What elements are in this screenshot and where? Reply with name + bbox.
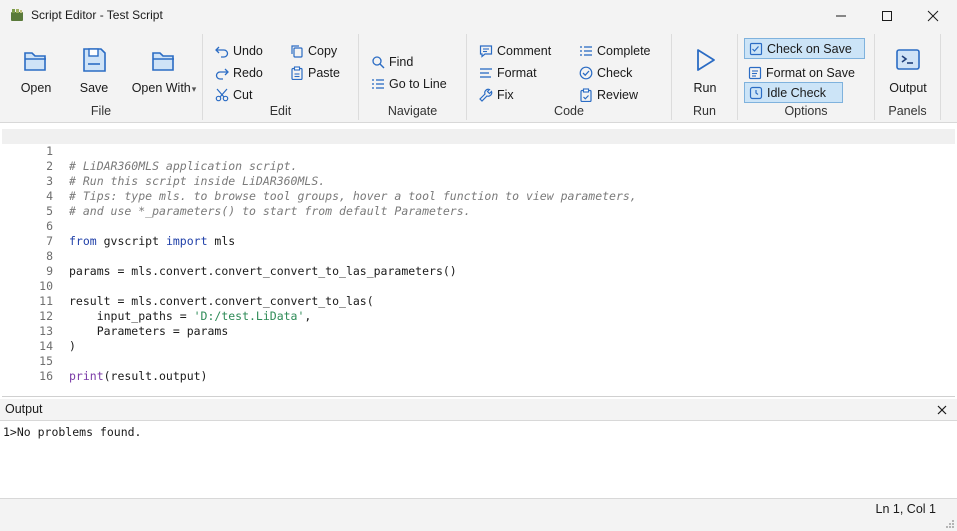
cursor-position: Ln 1, Col 1 (875, 502, 936, 516)
open-with-button[interactable]: Open With▾ (130, 46, 198, 98)
resize-grip-icon[interactable] (945, 519, 955, 529)
check-on-save-toggle[interactable]: Check on Save (744, 38, 865, 59)
undo-button[interactable]: Undo (215, 42, 263, 60)
code-editor[interactable]: 1 # LiDAR360MLS application script. 2 # … (2, 124, 955, 397)
folder-open-icon (152, 52, 174, 71)
redo-icon (215, 68, 229, 80)
paste-button[interactable]: Paste (290, 64, 340, 82)
chevron-down-icon: ▾ (191, 84, 197, 94)
review-button[interactable]: Review (579, 86, 638, 104)
check-button[interactable]: Check (579, 64, 632, 82)
code-line[interactable]: 3 # Tips: type mls. to browse tool group… (2, 159, 955, 203)
save-label: Save (79, 81, 109, 95)
code-line[interactable]: 13 ) (2, 309, 955, 353)
code-text: print(result.output) (69, 369, 208, 383)
status-bar: Ln 1, Col 1 (0, 498, 957, 531)
close-icon (927, 10, 939, 21)
save-icon (83, 48, 106, 72)
output-panel-header: Output (0, 399, 957, 421)
run-group-label: Run (693, 104, 716, 118)
terminal-icon (896, 49, 920, 70)
run-button[interactable]: Run (681, 46, 729, 98)
code-group-label: Code (554, 104, 584, 118)
output-panel-title: Output (5, 402, 43, 416)
code-line[interactable]: 10 result = mls.convert.convert_convert_… (2, 264, 955, 308)
code-line[interactable]: 15 print(result.output) (2, 339, 955, 383)
panels-group-label: Panels (888, 104, 927, 118)
app-icon (11, 9, 23, 21)
scissors-icon (215, 88, 229, 102)
output-line: 1>No problems found. (3, 425, 142, 439)
copy-button[interactable]: Copy (290, 42, 337, 60)
redo-button[interactable]: Redo (215, 64, 263, 82)
list-icon (580, 46, 592, 56)
minimize-icon (836, 15, 846, 16)
save-button[interactable]: Save (70, 46, 118, 98)
timer-icon (749, 86, 763, 99)
code-line[interactable]: 12 Parameters = params (2, 294, 955, 338)
checklist-icon (749, 42, 763, 55)
code-line[interactable]: 4 # and use *_parameters() to start from… (2, 174, 955, 218)
find-button[interactable]: Find (371, 53, 413, 71)
close-button[interactable] (910, 0, 956, 31)
comment-button[interactable]: Comment (479, 42, 551, 60)
open-label: Open (20, 81, 52, 95)
code-line[interactable]: 7 (2, 219, 955, 248)
options-group: Check on Save Format on Save Idle Check … (738, 34, 875, 120)
output-label: Output (889, 81, 927, 95)
list-icon (372, 79, 384, 89)
line-number: 16 (39, 369, 53, 383)
code-line[interactable]: 5 (2, 189, 955, 218)
edit-group-label: Edit (269, 104, 292, 118)
options-group-label: Options (784, 104, 828, 118)
output-panel-body[interactable]: 1>No problems found. (0, 422, 957, 498)
format-icon (480, 68, 492, 78)
panels-group: Output Panels (875, 34, 941, 120)
code-line[interactable]: 9 (2, 249, 955, 278)
navigate-group-label: Navigate (387, 104, 438, 118)
code-line[interactable]: 14 (2, 324, 955, 353)
close-icon[interactable] (935, 403, 949, 417)
code-group: Comment Format Fix Complete Check Review… (467, 34, 672, 120)
copy-icon (291, 45, 303, 58)
folder-open-icon (24, 52, 46, 71)
format-button[interactable]: Format (479, 64, 537, 82)
open-button[interactable]: Open (12, 46, 60, 98)
run-group: Run Run (672, 34, 738, 120)
maximize-icon (882, 10, 892, 21)
cut-button[interactable]: Cut (215, 86, 252, 104)
navigate-group: Find Go to Line Navigate (359, 34, 467, 120)
minimize-button[interactable] (818, 0, 864, 31)
ribbon: Open Save Open With▾ File Undo Redo Cut … (0, 31, 957, 123)
code-line[interactable]: 11 input_paths = 'D:/test.LiData', (2, 279, 955, 323)
complete-button[interactable]: Complete (579, 42, 651, 60)
code-line[interactable]: 1 # LiDAR360MLS application script. (2, 129, 955, 173)
go-to-line-button[interactable]: Go to Line (371, 75, 447, 93)
file-group-label: File (90, 104, 112, 118)
fix-button[interactable]: Fix (479, 86, 514, 104)
file-group: Open Save Open With▾ File (0, 34, 203, 120)
wrench-icon (479, 88, 493, 102)
search-icon (372, 56, 385, 69)
undo-icon (215, 46, 229, 58)
idle-check-toggle[interactable]: Idle Check (744, 82, 843, 103)
open-with-label: Open With▾ (131, 81, 197, 95)
window-title: Script Editor - Test Script (31, 8, 163, 22)
play-icon (697, 49, 715, 71)
title-bar: Script Editor - Test Script (0, 0, 957, 31)
comment-icon (479, 45, 493, 58)
run-label: Run (693, 81, 717, 95)
output-panel-button[interactable]: Output (884, 46, 932, 98)
check-circle-icon (579, 66, 593, 80)
format-on-save-toggle[interactable]: Format on Save (748, 64, 855, 82)
code-line[interactable]: 2 # Run this script inside LiDAR360MLS. (2, 144, 955, 188)
code-line[interactable]: 8 params = mls.convert.convert_convert_t… (2, 234, 955, 278)
code-line[interactable]: 16 (2, 354, 955, 383)
clipboard-icon (291, 66, 303, 80)
edit-group: Undo Redo Cut Copy Paste Edit (203, 34, 359, 120)
format-document-icon (748, 66, 762, 80)
code-line[interactable]: 6 from gvscript import mls (2, 204, 955, 248)
maximize-button[interactable] (864, 0, 910, 31)
clipboard-check-icon (580, 88, 592, 102)
